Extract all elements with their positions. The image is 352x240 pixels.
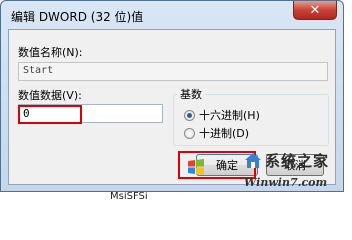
background-list-text-bottom: MsiSFSi	[110, 191, 148, 202]
value-name-field: Start	[18, 62, 328, 81]
base-group-title: 基数	[177, 86, 205, 102]
watermark-url: Winwin7.com	[244, 176, 328, 189]
close-button[interactable]: ✕	[293, 1, 337, 20]
background-right-strip	[344, 0, 352, 200]
close-icon: ✕	[309, 2, 321, 18]
value-data-label: 数值数据(V):	[18, 89, 82, 102]
radio-hex-label: 十六进制(H)	[199, 109, 260, 122]
background-bottom-strip	[0, 192, 352, 200]
windows-logo-icon	[188, 159, 204, 175]
radio-dec-label: 十进制(D)	[199, 127, 250, 140]
watermark-brand: 系统之家	[265, 152, 330, 170]
title-bar[interactable]: 编辑 DWORD (32 位)值 ✕	[1, 1, 343, 29]
radio-unselected-icon	[184, 127, 195, 139]
radio-selected-icon	[184, 109, 195, 121]
watermark-house-icon	[245, 153, 261, 168]
value-data-highlight	[18, 105, 82, 124]
value-name-label: 数值名称(N):	[18, 46, 83, 59]
radio-hexadecimal[interactable]: 十六进制(H)	[184, 107, 260, 123]
radio-decimal[interactable]: 十进制(D)	[184, 125, 249, 141]
dialog-title: 编辑 DWORD (32 位)值	[11, 10, 144, 24]
